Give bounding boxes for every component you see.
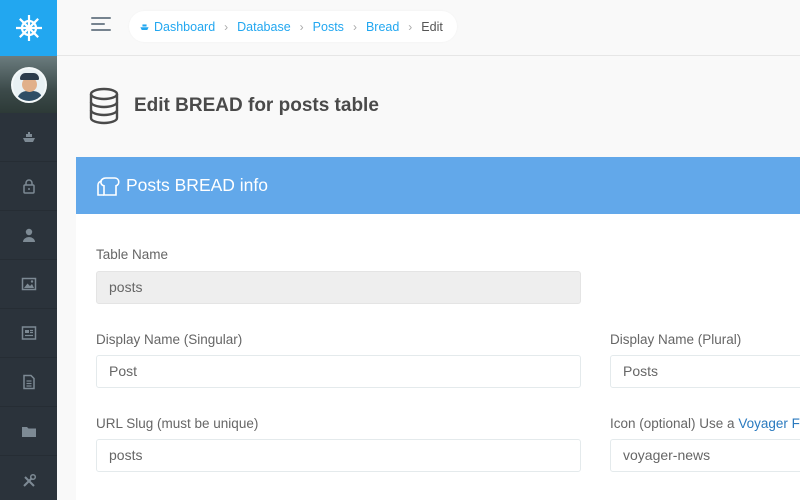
chevron-right-icon: › [352,19,357,34]
table-name-field: posts [96,271,581,304]
sidebar-item-categories[interactable] [0,407,57,456]
database-icon [89,87,119,125]
chevron-right-icon: › [408,19,413,34]
lock-icon [22,179,35,194]
sidebar-item-tools[interactable] [0,456,57,500]
news-icon [21,326,36,340]
breadcrumb-label: Dashboard [154,19,216,34]
chevron-right-icon: › [299,19,304,34]
bread-info-panel: Posts BREAD info Table Name posts Displa… [76,157,800,500]
top-navbar: Dashboard › Database › Posts › Bread › E… [57,0,800,56]
menu-toggle-icon[interactable] [91,17,111,33]
folder-icon [21,427,36,437]
boat-icon [140,24,149,30]
voyager-font-link[interactable]: Voyager F [738,416,800,431]
bread-icon [97,176,120,196]
page-header: Edit BREAD for posts table [88,87,379,125]
image-icon [21,277,36,291]
table-name-label: Table Name [96,247,169,262]
sidebar-item-pages[interactable] [0,358,57,407]
user-icon [22,228,35,242]
user-avatar[interactable] [0,56,57,113]
boat-icon [22,132,35,142]
display-plural-input[interactable]: Posts [610,355,800,388]
avatar [10,66,47,103]
sidebar-item-posts[interactable] [0,309,57,358]
sidebar-item-media[interactable] [0,260,57,309]
chevron-right-icon: › [224,19,229,34]
sidebar-item-roles[interactable] [0,162,57,211]
breadcrumb-bread[interactable]: Bread [366,20,399,34]
panel-heading: Posts BREAD info [76,157,800,214]
sidebar [0,0,57,500]
panel-title: Posts BREAD info [126,175,268,195]
display-singular-label: Display Name (Singular) [96,332,243,347]
sidebar-item-users[interactable] [0,211,57,260]
breadcrumb-database[interactable]: Database [237,20,291,34]
tools-icon [22,473,36,487]
breadcrumb-dashboard[interactable]: Dashboard [139,20,215,34]
icon-label-text: Icon (optional) Use a [610,416,739,431]
breadcrumb-posts[interactable]: Posts [313,20,344,34]
helm-icon [15,15,42,41]
sidebar-item-dashboard[interactable] [0,113,57,162]
page-title: Edit BREAD for posts table [134,95,379,116]
url-slug-input[interactable]: posts [96,439,581,472]
display-singular-input[interactable]: Post [96,355,581,388]
display-plural-label: Display Name (Plural) [610,332,742,347]
breadcrumb: Dashboard › Database › Posts › Bread › E… [129,11,457,42]
icon-label: Icon (optional) Use a Voyager F [610,416,800,431]
document-icon [22,374,35,390]
icon-input[interactable]: voyager-news [610,439,800,472]
logo[interactable] [0,0,57,56]
breadcrumb-edit: Edit [421,19,443,34]
url-slug-label: URL Slug (must be unique) [96,416,259,431]
